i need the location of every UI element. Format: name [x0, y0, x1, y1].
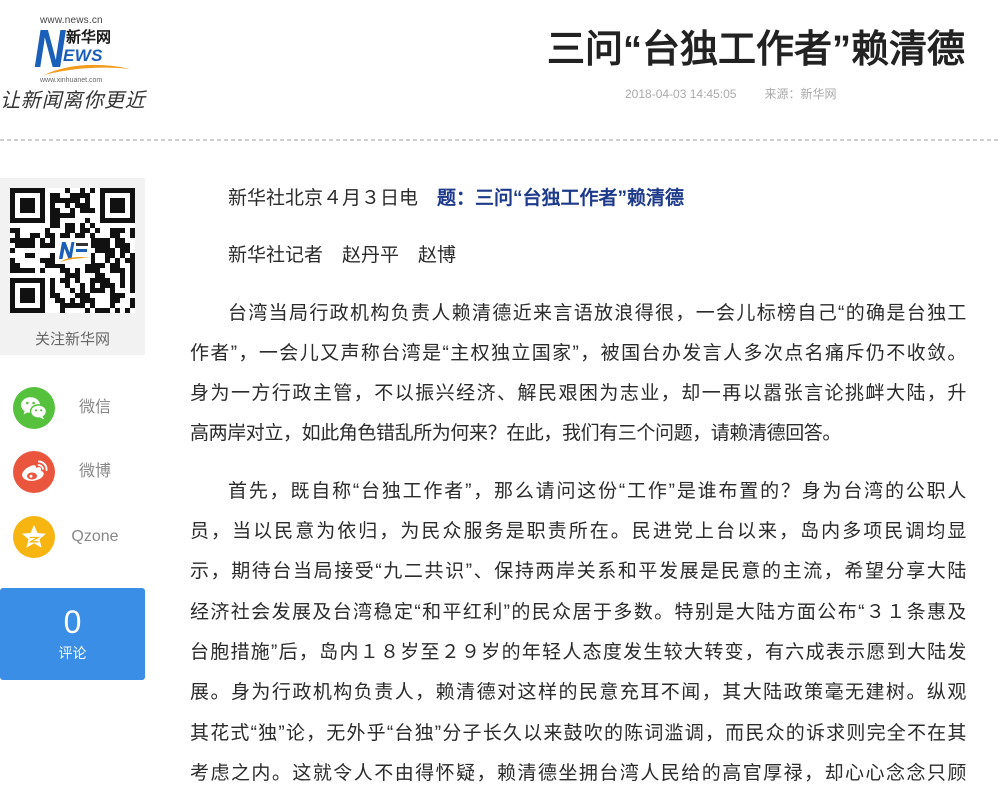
qr-code [10, 188, 135, 313]
article-body: 新华社北京４月３日电 题：三问“台独工作者”赖清德 新华社记者 赵丹平 赵博 台湾… [190, 179, 966, 799]
article-paragraph: 首先，既自称“台独工作者”，那么请问这份“工作”是谁布置的？身为台湾的公职人 员… [190, 472, 966, 794]
weibo-icon [13, 451, 55, 493]
paragraph-line: 经济社会发展及台湾稳定“和平红利”的民众居于多数。特别是大陆方面公布“３１条惠及 [190, 601, 966, 623]
publish-datetime: 2018-04-03 14:45:05 [625, 87, 737, 101]
article-page: www.news.cn N 新华网 EWS www.xinhuanet.com … [0, 0, 1000, 799]
site-logo[interactable]: www.news.cn N 新华网 EWS www.xinhuanet.com … [0, 0, 160, 125]
logo-url-bottom: www.xinhuanet.com [40, 77, 103, 84]
comment-label: 评论 [58, 645, 87, 661]
article-meta: 2018-04-03 14:45:05 来源：新华网 [625, 86, 836, 102]
dateline: 新华社北京４月３日电 [228, 188, 419, 209]
header-divider [0, 139, 1000, 141]
paragraph-line: 高两岸对立，如此角色错乱所为何来？在此，我们有三个问题，请赖清德回答。 [190, 423, 842, 445]
article-paragraph: 台湾当局行政机构负责人赖清德近来言语放浪得很，一会儿标榜自己“的确是台独工 作者… [190, 294, 966, 455]
paragraph-line: 其花式“独”论，无外乎“台独”分子长久以来鼓吹的陈词滥调，而民众的诉求则完全不在… [190, 722, 966, 744]
byline: 新华社记者 赵丹平 赵博 [228, 245, 457, 267]
dateline-line: 新华社北京４月３日电 题：三问“台独工作者”赖清德 [190, 179, 966, 219]
article-byline: 新华社记者 赵丹平 赵博 [190, 236, 966, 276]
share-qzone-label: Qzone [71, 528, 119, 545]
paragraph-line: 台湾当局行政机构负责人赖清德近来言语放浪得很，一会儿标榜自己“的确是台独工 [228, 302, 966, 324]
share-wechat-label: 微信 [78, 399, 111, 416]
share-weibo-label: 微博 [78, 463, 111, 480]
share-qzone-button[interactable]: Qzone [0, 512, 145, 562]
share-wechat-button[interactable]: 微信 [0, 383, 145, 433]
paragraph-line: 首先，既自称“台独工作者”，那么请问这份“工作”是谁布置的？身为台湾的公职人 [228, 480, 966, 502]
comments-button[interactable]: 0 评论 [0, 588, 145, 680]
paragraph-line: 员，当以民意为依归，为民众服务是职责所在。民进党上台以来，岛内多项民调均显 [190, 521, 966, 543]
wechat-icon [13, 387, 55, 429]
comment-count: 0 [63, 604, 82, 640]
article-source: 来源：新华网 [764, 87, 837, 101]
page-title: 三问“台独工作者”赖清德 [546, 29, 965, 71]
qr-follow-box: 关注新华网 [0, 178, 145, 355]
article-dateline: 新华社北京４月３日电 题：三问“台独工作者”赖清德 [190, 179, 966, 219]
paragraph-line: 展。身为行政机构负责人，赖清德对这样的民意充耳不闻，其大陆政策毫无建树。纵观 [190, 682, 966, 704]
qzone-icon [13, 516, 55, 558]
headline-label: 题：三问“台独工作者”赖清德 [437, 188, 685, 209]
share-weibo-button[interactable]: 微博 [0, 447, 145, 497]
qr-caption: 关注新华网 [34, 331, 110, 348]
paragraph-line: 示，期待台当局接受“九二共识”、保持两岸关系和平发展是民意的主流，希望分享大陆 [190, 561, 966, 583]
site-slogan: 让新闻离你更近 [0, 88, 146, 112]
paragraph-line: 台胞措施”后，岛内１８岁至２９岁的年轻人态度发生较大转变，有六成表示愿到大陆发 [190, 641, 966, 663]
paragraph-line: 身为一方行政主管，不以振兴经济、解民艰困为志业，却一再以嚣张言论挑衅大陆，升 [190, 383, 966, 405]
logo-name-cn: 新华网 [66, 29, 112, 46]
logo-swoosh-icon [44, 64, 130, 75]
paragraph-line: 考虑之内。这就令人不由得怀疑，赖清德坐拥台湾人民给的高官厚禄，却心心念念只顾 [190, 762, 966, 784]
paragraph-line: 作者”，一会儿又声称台湾是“主权独立国家”，被国台办发言人多次点名痛斥仍不收敛。 [190, 342, 966, 364]
